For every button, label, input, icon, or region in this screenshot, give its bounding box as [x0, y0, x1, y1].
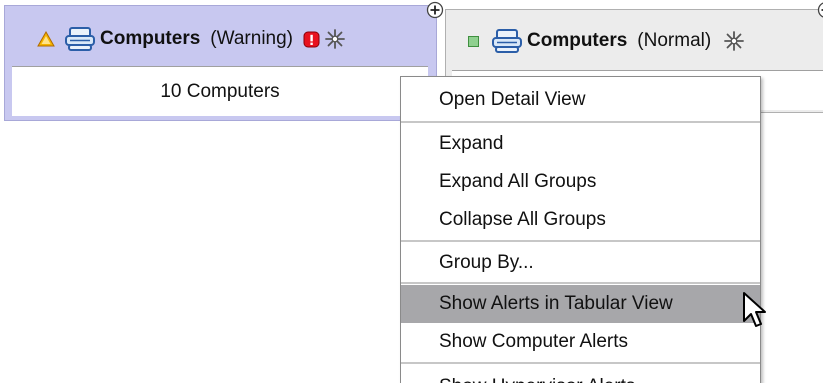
menu-item-show-computer-alerts[interactable]: Show Computer Alerts — [401, 323, 760, 361]
menu-item-group-by[interactable]: Group By... — [401, 244, 760, 282]
group-tile-warning[interactable]: Computers (Warning) 10 Computers — [4, 1, 444, 121]
warning-triangle-icon — [37, 30, 55, 47]
menu-separator — [401, 282, 760, 284]
menu-item-collapse-all-groups[interactable]: Collapse All Groups — [401, 201, 760, 239]
menu-item-expand[interactable]: Expand — [401, 125, 760, 163]
menu-item-show-alerts-in-tabular-view[interactable]: Show Alerts in Tabular View — [401, 285, 760, 323]
normal-square-icon — [468, 35, 479, 47]
sparkle-icon — [724, 31, 745, 51]
group-name: Computers — [100, 28, 201, 49]
mouse-cursor-icon — [743, 292, 766, 327]
group-header[interactable]: Computers (Warning) — [5, 13, 436, 65]
group-body[interactable]: 10 Computers — [12, 66, 428, 116]
alert-icon — [303, 31, 320, 47]
menu-item-expand-all-groups[interactable]: Expand All Groups — [401, 163, 760, 201]
group-status: (Normal) — [637, 30, 712, 51]
computer-icon — [65, 27, 95, 51]
computer-icon — [492, 29, 522, 53]
group-header[interactable]: Computers (Normal) — [446, 15, 823, 67]
sparkle-icon — [325, 29, 345, 49]
computer-count: 10 Computers — [160, 80, 280, 102]
menu-separator — [401, 240, 760, 242]
context-menu: Open Detail View Expand Expand All Group… — [400, 76, 761, 383]
group-name: Computers — [527, 30, 628, 51]
menu-item-show-hypervisor-alerts[interactable]: Show Hypervisor Alerts — [401, 364, 760, 383]
menu-item-open-detail-view[interactable]: Open Detail View — [401, 79, 760, 121]
menu-separator — [401, 121, 760, 123]
group-status: (Warning) — [210, 28, 293, 49]
